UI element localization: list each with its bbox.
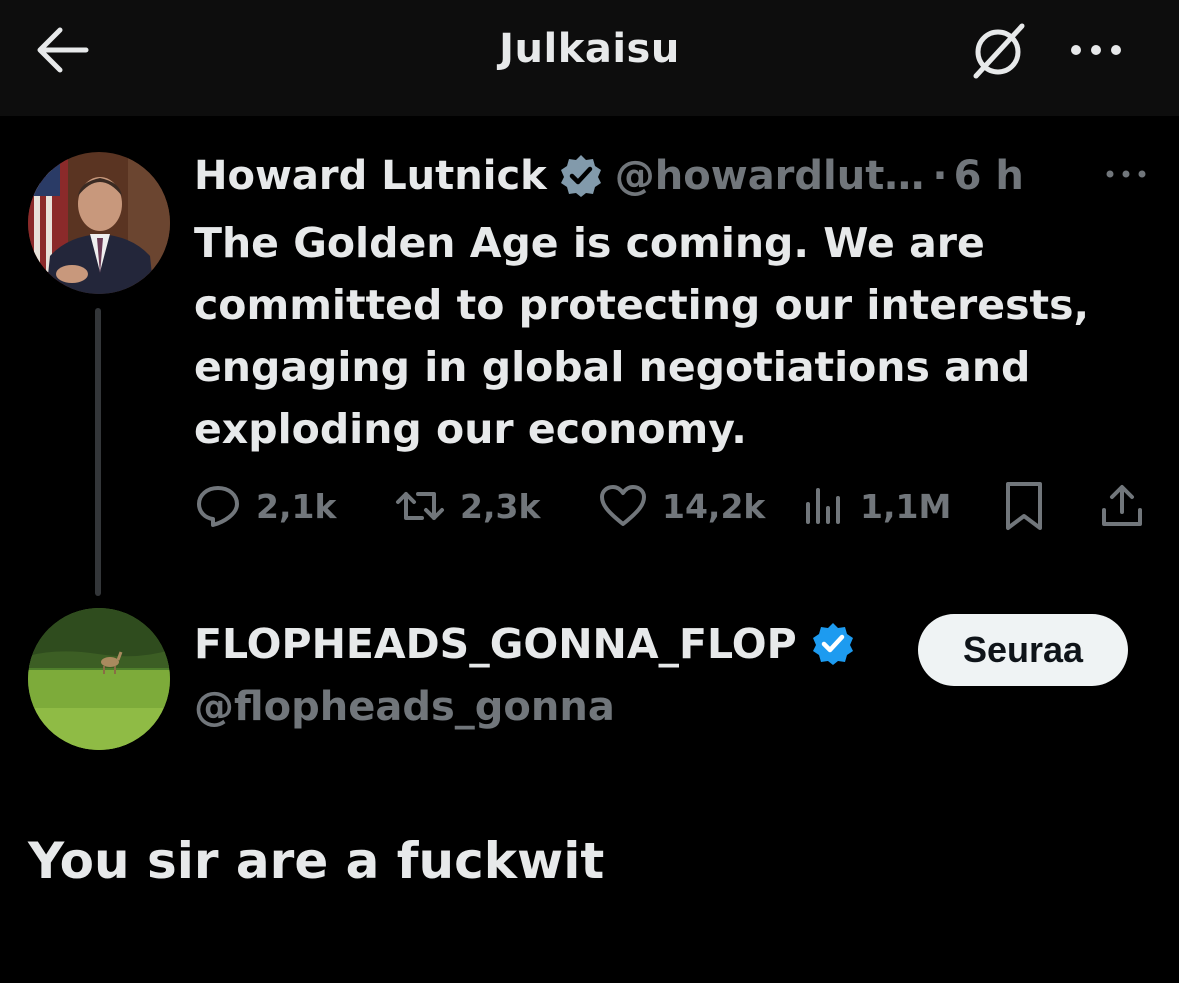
views-chart-icon xyxy=(806,488,840,524)
reply-author-row: FLOPHEADS_GONNA_FLOP xyxy=(194,620,867,668)
avatar-howard-lutnick[interactable] xyxy=(28,152,170,294)
more-horizontal-icon xyxy=(1106,170,1146,178)
share-button[interactable] xyxy=(1098,480,1160,532)
post-text: The Golden Age is coming. We are committ… xyxy=(194,219,1090,453)
reply-author-handle[interactable]: @flopheads_gonna xyxy=(194,684,615,730)
top-bar: Julkaisu xyxy=(0,0,1179,116)
share-icon xyxy=(1102,485,1142,526)
grok-button[interactable] xyxy=(966,20,1030,84)
reply-text: You sir are a fuckwit xyxy=(28,832,605,890)
dot-separator: · xyxy=(932,153,948,199)
avatar-photo xyxy=(28,152,170,294)
avatar-flopheads[interactable] xyxy=(28,608,170,750)
views-count: 1,1M xyxy=(860,486,952,526)
author-name[interactable]: Howard Lutnick xyxy=(194,153,547,199)
avatar-photo xyxy=(28,608,170,750)
thread-connector-line xyxy=(95,308,101,596)
heart-icon xyxy=(600,485,646,526)
reply-button[interactable]: 2,1k xyxy=(194,480,336,532)
grok-icon xyxy=(973,23,1025,79)
verified-badge-icon xyxy=(559,154,603,198)
more-horizontal-icon xyxy=(1071,45,1121,55)
bookmark-icon xyxy=(1006,482,1042,530)
repost-count: 2,3k xyxy=(460,486,541,526)
post-time[interactable]: 6 h xyxy=(954,153,1024,199)
views-button[interactable]: 1,1M xyxy=(802,480,951,532)
like-count: 14,2k xyxy=(662,486,766,526)
more-options-button[interactable] xyxy=(1064,20,1128,84)
follow-button[interactable]: Seuraa xyxy=(918,614,1128,686)
reply-icon xyxy=(197,486,239,527)
post-actions-bar: 2,1k 2,3k 14,2k 1,1M xyxy=(194,480,1154,532)
author-handle[interactable]: @howardlut… xyxy=(615,153,925,199)
post-more-button[interactable] xyxy=(1098,150,1154,198)
like-button[interactable]: 14,2k xyxy=(598,480,765,532)
reply-count: 2,1k xyxy=(256,486,337,526)
post-header: Howard Lutnick @howardlut… · 6 h xyxy=(194,148,1024,204)
bookmark-button[interactable] xyxy=(1002,480,1060,532)
verified-badge-icon xyxy=(811,622,855,666)
repost-button[interactable]: 2,3k xyxy=(394,480,540,532)
reply-author-name[interactable]: FLOPHEADS_GONNA_FLOP xyxy=(194,620,797,668)
repost-icon xyxy=(396,492,444,520)
